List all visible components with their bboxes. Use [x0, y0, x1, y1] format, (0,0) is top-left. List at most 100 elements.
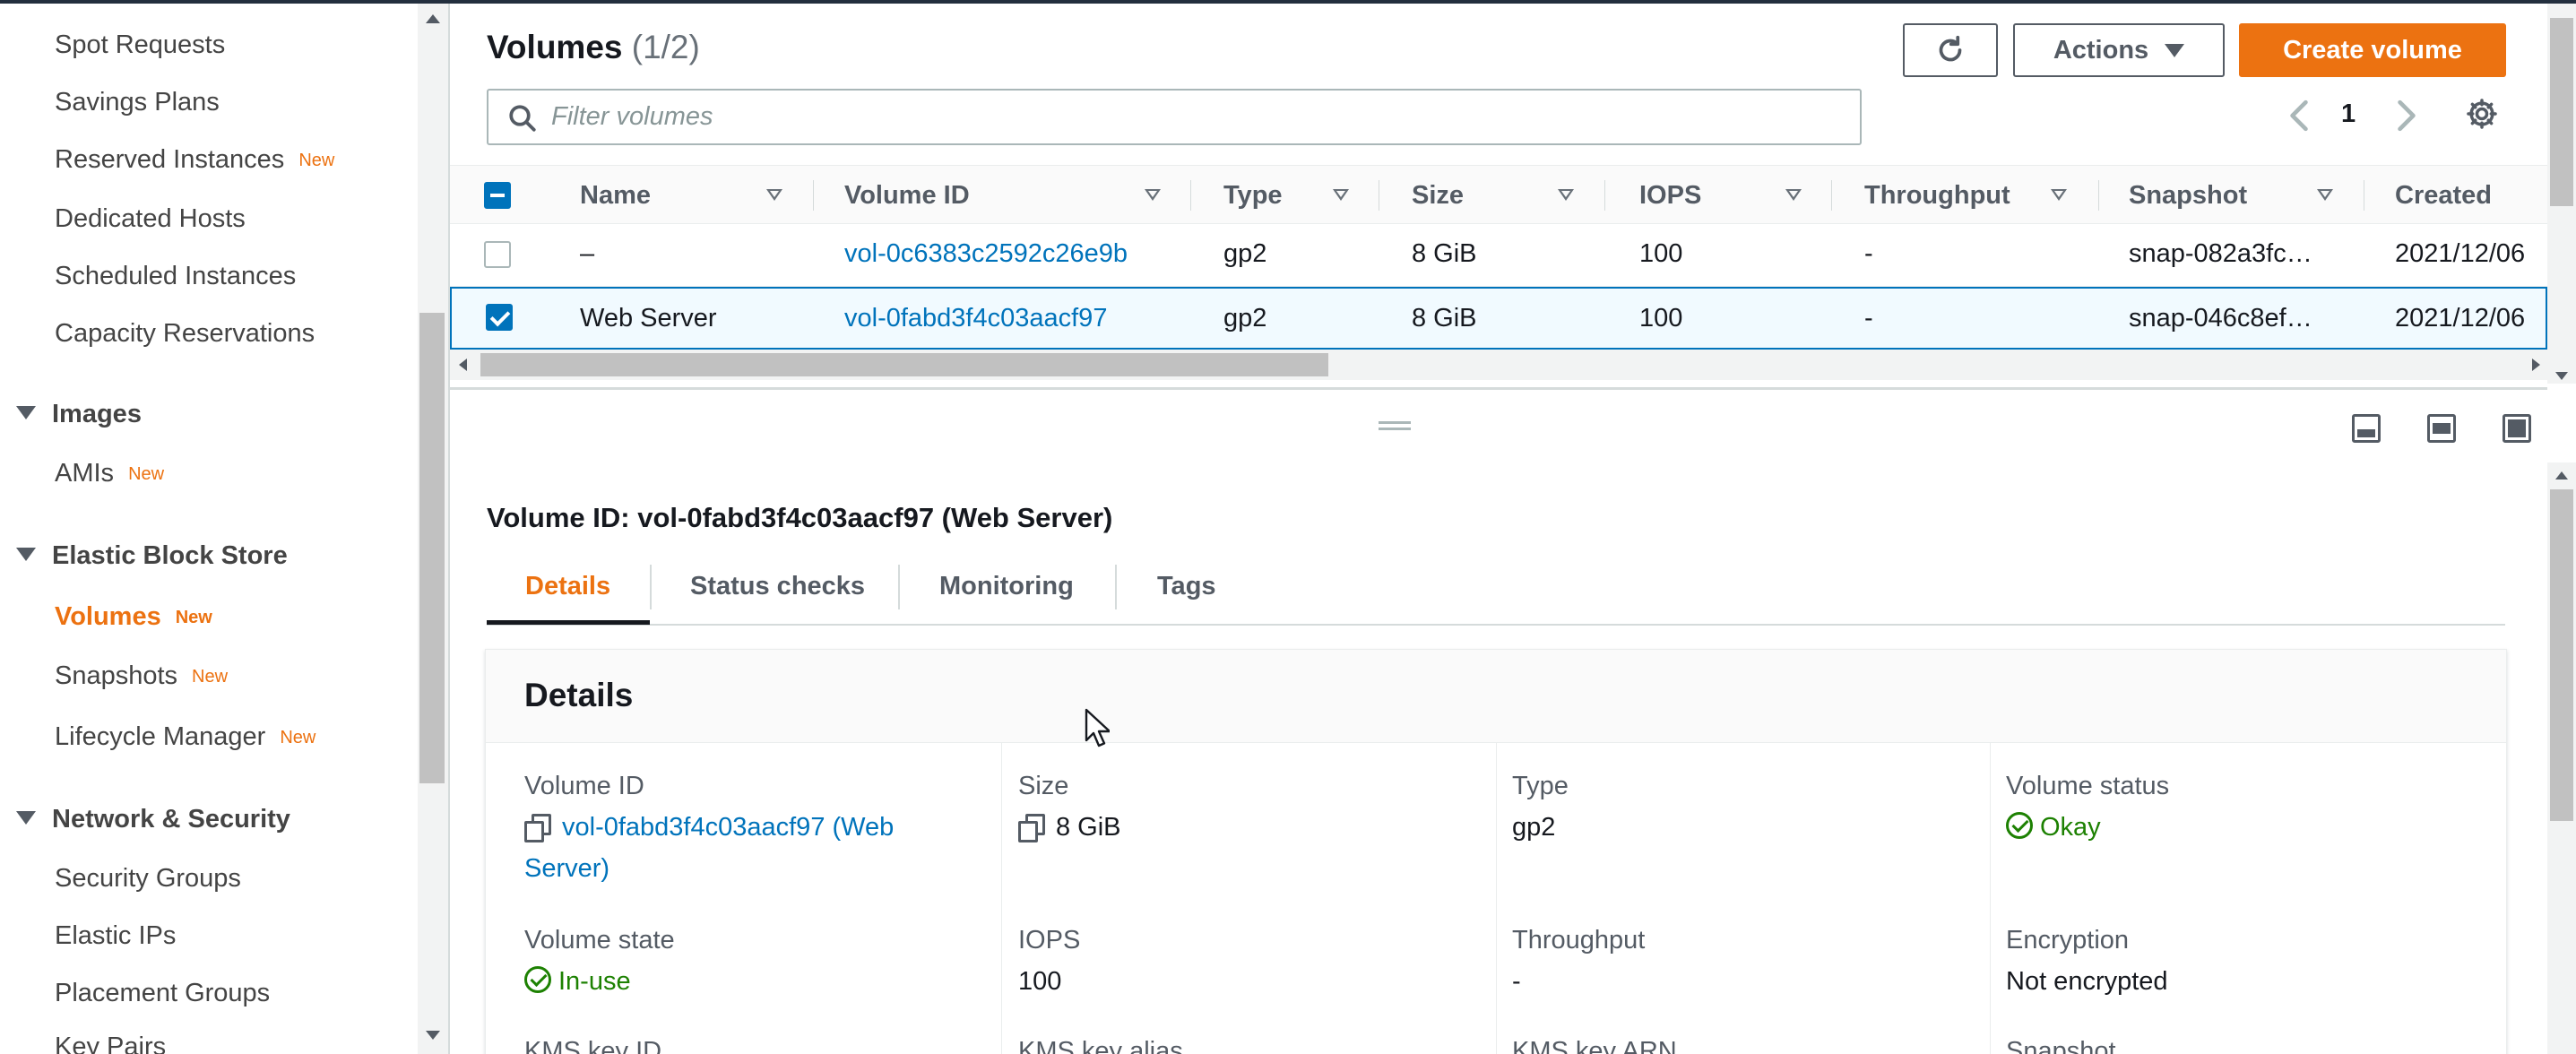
sidebar-item-volumes[interactable]: Volumes New: [55, 602, 212, 632]
row-checkbox[interactable]: [486, 304, 513, 331]
table-vertical-scrollbar[interactable]: [2547, 4, 2576, 384]
sidebar-section-images[interactable]: Images: [16, 400, 142, 429]
new-badge: New: [298, 150, 335, 170]
gear-icon[interactable]: [2465, 97, 2499, 131]
sidebar-item-label: Snapshots: [55, 661, 178, 690]
throughput-label: Throughput: [1512, 926, 1646, 955]
sort-icon[interactable]: [2051, 189, 2067, 201]
volume-id-value[interactable]: vol-0fabd3f4c03aacf97 (Web Server): [524, 807, 894, 889]
sidebar-item-reserved-instances[interactable]: Reserved Instances New: [55, 145, 334, 175]
scrollbar-thumb[interactable]: [419, 313, 445, 783]
actions-button[interactable]: Actions: [2013, 23, 2225, 77]
table-row[interactable]: – vol-0c6383c2592c26e9b gp2 8 GiB 100 - …: [450, 224, 2547, 287]
column-header-type[interactable]: Type: [1223, 166, 1283, 225]
sort-icon[interactable]: [1333, 189, 1349, 201]
panel-middle-icon[interactable]: [2427, 414, 2456, 443]
next-page-icon[interactable]: [2395, 99, 2418, 133]
page-number[interactable]: 1: [2341, 99, 2356, 129]
scrollbar-thumb[interactable]: [2550, 18, 2573, 206]
select-all-checkbox[interactable]: [484, 182, 511, 209]
search-input[interactable]: [551, 91, 1842, 143]
sidebar-item-amis[interactable]: AMIs New: [55, 459, 164, 488]
tab-status-checks[interactable]: Status checks: [690, 572, 865, 601]
size-value-text: 8 GiB: [1056, 813, 1121, 842]
scroll-down-icon[interactable]: [2555, 372, 2568, 380]
sidebar-item-key-pairs[interactable]: Key Pairs: [55, 1032, 166, 1054]
sort-icon[interactable]: [1145, 189, 1161, 201]
column-resizer[interactable]: [1831, 180, 1832, 211]
new-badge: New: [280, 727, 316, 747]
tab-separator: [1115, 565, 1117, 609]
filter-volumes-field[interactable]: [487, 89, 1862, 145]
cell-volume-id-link[interactable]: vol-0c6383c2592c26e9b: [844, 224, 1128, 283]
column-resizer[interactable]: [813, 180, 814, 211]
scroll-up-icon[interactable]: [426, 14, 440, 23]
detail-title: Volume ID: vol-0fabd3f4c03aacf97 (Web Se…: [487, 502, 1113, 533]
column-header-snapshot[interactable]: Snapshot: [2129, 166, 2247, 225]
refresh-button[interactable]: [1903, 23, 1998, 77]
sidebar-item-savings-plans[interactable]: Savings Plans: [55, 88, 220, 117]
sidebar-item-capacity-reservations[interactable]: Capacity Reservations: [55, 319, 315, 349]
sidebar-section-network-security[interactable]: Network & Security: [16, 805, 290, 834]
column-header-created[interactable]: Created: [2395, 166, 2492, 225]
new-badge: New: [128, 463, 165, 484]
table-horizontal-scrollbar[interactable]: [450, 350, 2547, 380]
table-header: Name Volume ID Type Size IOPS Throughput…: [450, 165, 2547, 224]
sidebar-item-placement-groups[interactable]: Placement Groups: [55, 979, 270, 1008]
column-resizer[interactable]: [1604, 180, 1605, 211]
volume-status-label: Volume status: [2006, 772, 2170, 800]
new-badge: New: [175, 607, 212, 627]
cell-volume-id-link[interactable]: vol-0fabd3f4c03aacf97: [844, 289, 1107, 348]
column-resizer[interactable]: [1190, 180, 1191, 211]
column-header-name[interactable]: Name: [580, 166, 651, 225]
copy-icon[interactable]: [1018, 814, 1045, 843]
sidebar-item-label: Placement Groups: [55, 979, 271, 1007]
previous-page-icon[interactable]: [2287, 99, 2311, 133]
sort-icon[interactable]: [1785, 189, 1802, 201]
scrollbar-thumb[interactable]: [2550, 489, 2573, 821]
sort-icon[interactable]: [766, 189, 782, 201]
cell-snapshot: snap-046c8ef…: [2129, 304, 2312, 333]
sidebar-item-snapshots[interactable]: Snapshots New: [55, 661, 228, 691]
tab-monitoring[interactable]: Monitoring: [939, 572, 1074, 601]
tab-tags[interactable]: Tags: [1157, 572, 1216, 601]
column-divider: [1496, 743, 1497, 1054]
column-resizer[interactable]: [2098, 180, 2099, 211]
table-row-selected[interactable]: Web Server vol-0fabd3f4c03aacf97 gp2 8 G…: [450, 287, 2547, 350]
resize-handle-icon[interactable]: [1379, 421, 1411, 430]
sort-icon[interactable]: [2317, 189, 2333, 201]
scroll-right-icon[interactable]: [2532, 359, 2540, 371]
column-header-throughput[interactable]: Throughput: [1864, 166, 2010, 225]
copy-icon[interactable]: [524, 814, 551, 843]
cell-created: 2021/12/06: [2395, 304, 2526, 333]
caret-down-icon: [2165, 43, 2185, 57]
scroll-down-icon[interactable]: [426, 1031, 440, 1040]
panel-bottom-icon[interactable]: [2352, 414, 2381, 443]
column-header-size[interactable]: Size: [1412, 166, 1464, 225]
sidebar-section-ebs[interactable]: Elastic Block Store: [16, 541, 288, 571]
row-checkbox[interactable]: [484, 241, 511, 268]
sidebar-item-scheduled-instances[interactable]: Scheduled Instances: [55, 262, 296, 291]
volumes-table: Name Volume ID Type Size IOPS Throughput…: [450, 165, 2547, 380]
sidebar-item-spot-requests[interactable]: Spot Requests: [55, 30, 225, 60]
details-vertical-scrollbar[interactable]: [2547, 462, 2576, 1054]
panel-full-icon[interactable]: [2503, 414, 2531, 443]
scrollbar-thumb[interactable]: [480, 353, 1328, 376]
volume-id-value-line1: vol-0fabd3f4c03aacf97 (Web: [562, 813, 895, 842]
sidebar-item-elastic-ips[interactable]: Elastic IPs: [55, 921, 176, 951]
create-volume-button[interactable]: Create volume: [2239, 23, 2506, 77]
scroll-left-icon[interactable]: [459, 359, 467, 371]
iops-value: 100: [1018, 967, 1062, 996]
column-header-iops[interactable]: IOPS: [1639, 166, 1701, 225]
sidebar-item-dedicated-hosts[interactable]: Dedicated Hosts: [55, 204, 246, 234]
tab-separator: [898, 565, 900, 609]
column-header-volume-id[interactable]: Volume ID: [844, 166, 970, 225]
sort-icon[interactable]: [1558, 189, 1574, 201]
scroll-up-icon[interactable]: [2555, 471, 2568, 479]
sidebar-item-security-groups[interactable]: Security Groups: [55, 864, 241, 894]
sidebar-item-lifecycle-manager[interactable]: Lifecycle Manager New: [55, 722, 316, 752]
page-title: Volumes (1/2): [487, 29, 700, 66]
sidebar-scrollbar[interactable]: [418, 4, 448, 1054]
sidebar-nav: Spot Requests Savings Plans Reserved Ins…: [0, 4, 421, 1054]
tab-details[interactable]: Details: [525, 572, 610, 601]
